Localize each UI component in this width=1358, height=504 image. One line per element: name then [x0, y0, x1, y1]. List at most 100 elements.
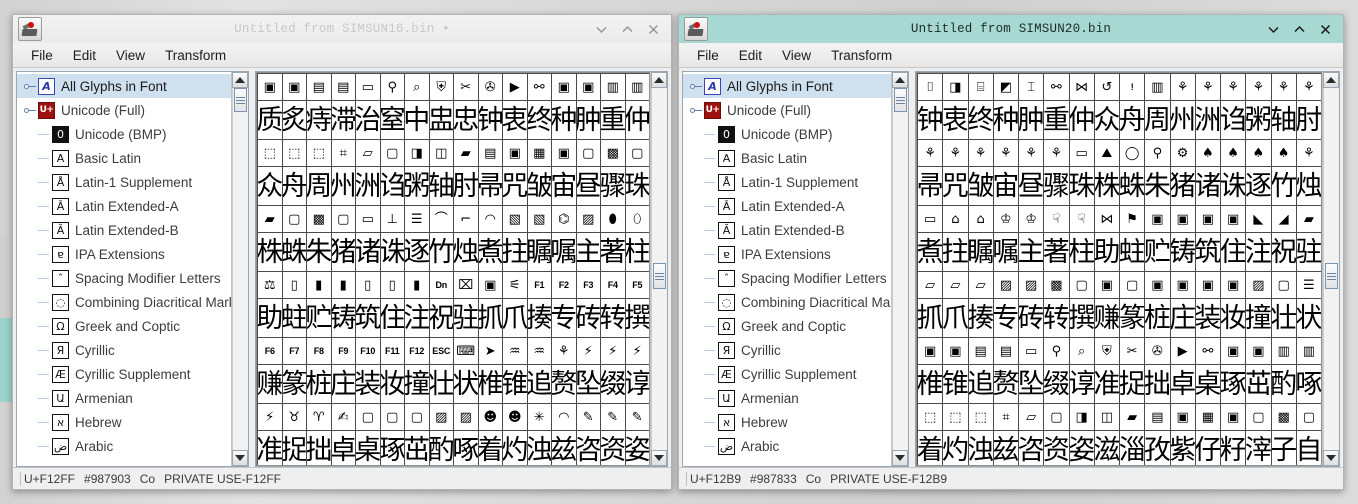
glyph-cell[interactable]: 蛀	[282, 299, 306, 337]
glyph-cell[interactable]: ▢	[380, 404, 404, 430]
glyph-cell[interactable]: ▣	[918, 338, 943, 364]
tree-item-latin-1-supplement[interactable]: Å Latin-1 Supplement	[683, 170, 891, 194]
glyph-cell[interactable]: 诛	[380, 233, 404, 271]
glyph-cell[interactable]: 窒	[380, 101, 404, 139]
maximize-icon[interactable]	[621, 23, 634, 36]
minimize-icon[interactable]	[595, 23, 608, 36]
glyph-cell[interactable]: 姿	[1069, 431, 1094, 465]
glyph-cell[interactable]: 装	[1195, 299, 1220, 337]
tree-item-latin-1-supplement[interactable]: Å Latin-1 Supplement	[17, 170, 231, 194]
glyph-cell[interactable]: ✎	[625, 404, 649, 430]
glyph-cell[interactable]: ⚡	[576, 338, 600, 364]
glyph-cell[interactable]: 钟	[478, 101, 502, 139]
glyph-cell[interactable]: 祝	[1271, 233, 1296, 271]
glyph-cell[interactable]: ⬚	[307, 140, 331, 166]
minimize-icon[interactable]	[1267, 23, 1280, 36]
glyph-cell[interactable]: 诌	[380, 167, 404, 205]
tree-item-hebrew[interactable]: א Hebrew	[683, 410, 891, 434]
window-simsun16[interactable]: Untitled from SIMSUN16.bin • File Edit V…	[12, 14, 672, 490]
glyph-cell[interactable]: 柱	[1069, 233, 1094, 271]
tree-scroll-area[interactable]: A All Glyphs in Font U+ Unicode (Full) 0 Unic…	[683, 72, 891, 466]
glyph-cell[interactable]: 壮	[1271, 299, 1296, 337]
glyph-cell[interactable]: ▢	[331, 206, 355, 232]
glyph-cell[interactable]: 忠	[454, 101, 478, 139]
glyph-cell[interactable]: 周	[307, 167, 331, 205]
tree-vertical-scrollbar[interactable]	[231, 72, 248, 466]
tree-list[interactable]: A All Glyphs in Font U+ Unicode (Full) 0 Unic…	[17, 72, 231, 458]
glyph-cell[interactable]: 众	[258, 167, 282, 205]
scroll-thumb[interactable]	[653, 263, 666, 289]
glyph-cell[interactable]: ☟	[1069, 206, 1094, 232]
glyph-cell[interactable]: 筑	[356, 299, 380, 337]
glyph-cell[interactable]: 肿	[1019, 101, 1044, 139]
glyph-cell[interactable]: ➤	[478, 338, 502, 364]
glyph-cell[interactable]: ⚘	[918, 140, 943, 166]
glyph-cell[interactable]: ▤	[478, 140, 502, 166]
glyph-cell[interactable]: 酌	[429, 431, 453, 465]
glyph-cell[interactable]: ⚘	[1195, 74, 1220, 100]
glyph-cell[interactable]: ⚟	[503, 272, 527, 298]
glyph-cell[interactable]: ▣	[1221, 272, 1246, 298]
glyph-cell[interactable]: ⌒	[429, 206, 453, 232]
glyph-cell[interactable]: ▮	[405, 272, 429, 298]
glyph-cell[interactable]: !	[1120, 74, 1145, 100]
glyph-cell[interactable]: F11	[380, 338, 404, 364]
glyph-cell[interactable]: 蛛	[1120, 167, 1145, 205]
glyph-cell[interactable]: 株	[258, 233, 282, 271]
glyph-cell[interactable]: 抓	[918, 299, 943, 337]
glyph-cell[interactable]: ⌗	[331, 140, 355, 166]
glyph-cell[interactable]: ⚲	[380, 74, 404, 100]
glyph-cell[interactable]: 着	[478, 431, 502, 465]
menu-file[interactable]: File	[23, 46, 61, 65]
glyph-cell[interactable]: 撰	[1069, 299, 1094, 337]
glyph-cell[interactable]: ⛨	[1094, 338, 1119, 364]
glyph-cell[interactable]: 铸	[1170, 233, 1195, 271]
glyph-cell[interactable]: 中	[405, 101, 429, 139]
glyph-cell[interactable]: ◫	[429, 140, 453, 166]
glyph-cell[interactable]: ⌂	[968, 206, 993, 232]
glyph-cell[interactable]: 皱	[527, 167, 551, 205]
glyph-cell[interactable]: 籽	[1221, 431, 1246, 465]
glyph-cell[interactable]: ▱	[356, 140, 380, 166]
glyph-cell[interactable]: 谆	[625, 365, 649, 403]
glyph-cell[interactable]: 椎	[478, 365, 502, 403]
glyph-cell[interactable]: ⬚	[918, 404, 943, 430]
glyph-cell[interactable]: 爪	[943, 299, 968, 337]
glyph-cell[interactable]: ▤	[968, 338, 993, 364]
glyph-cell[interactable]: ◨	[405, 140, 429, 166]
glyph-cell[interactable]: ◠	[478, 206, 502, 232]
glyph-cell[interactable]: F7	[282, 338, 306, 364]
glyph-cell[interactable]: ⋈	[1094, 206, 1119, 232]
glyph-cell[interactable]: 猪	[1170, 167, 1195, 205]
glyph-cell[interactable]: ▣	[1246, 338, 1271, 364]
glyph-cell[interactable]: F9	[331, 338, 355, 364]
glyph-cell[interactable]: ⌨	[454, 338, 478, 364]
glyph-cell[interactable]: ♒	[503, 338, 527, 364]
glyph-cell[interactable]: ▥	[625, 74, 649, 100]
scroll-thumb[interactable]	[234, 88, 247, 112]
glyph-cell[interactable]: 追	[968, 365, 993, 403]
glyph-cell[interactable]: ☰	[405, 206, 429, 232]
scroll-thumb[interactable]	[894, 88, 907, 112]
glyph-cell[interactable]: 滋	[1094, 431, 1119, 465]
glyph-cell[interactable]: ▭	[356, 206, 380, 232]
tree-item-unicode-full[interactable]: U+ Unicode (Full)	[683, 98, 891, 122]
glyph-cell[interactable]: ⚘	[968, 140, 993, 166]
glyph-cell[interactable]: 篆	[1120, 299, 1145, 337]
glyph-cell[interactable]: ✇	[478, 74, 502, 100]
glyph-cell[interactable]: F3	[576, 272, 600, 298]
menu-view[interactable]: View	[774, 46, 819, 65]
glyph-cell[interactable]: 种	[993, 101, 1018, 139]
glyph-cell[interactable]: 朱	[307, 233, 331, 271]
glyph-cell[interactable]: 桩	[307, 365, 331, 403]
close-icon[interactable]	[1319, 23, 1332, 36]
glyph-cell[interactable]: F10	[356, 338, 380, 364]
glyph-cell[interactable]: 缀	[601, 365, 625, 403]
glyph-cell[interactable]: ⚯	[1044, 74, 1069, 100]
glyph-cell[interactable]: ◠	[552, 404, 576, 430]
scroll-track[interactable]	[232, 88, 248, 450]
glyph-cell[interactable]: 帚	[478, 167, 502, 205]
glyph-cell[interactable]: 准	[1094, 365, 1119, 403]
glyph-cell[interactable]: ✎	[601, 404, 625, 430]
glyph-cell[interactable]: ⬚	[258, 140, 282, 166]
